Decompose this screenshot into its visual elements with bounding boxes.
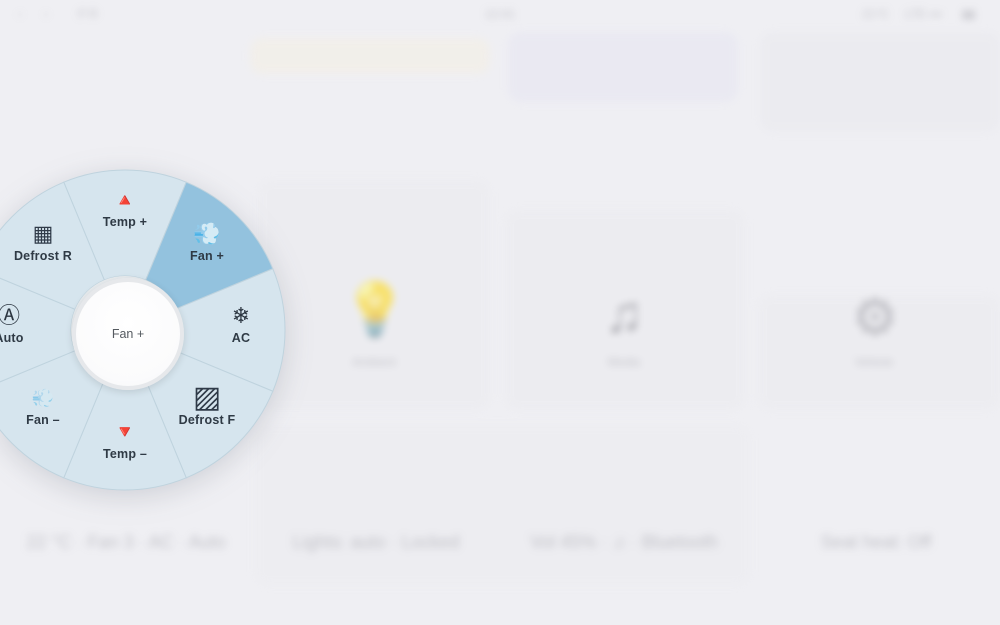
center-confirm-button[interactable]: Fan + bbox=[72, 278, 184, 390]
stage: ‹ › P R 12:41 21°C LTE ▪▪▪ ▮▮ 💡 Ambient … bbox=[0, 0, 1000, 625]
radial-climate-menu: 🔺 Temp + 💨 Fan + ❄ AC ▨ Defrost F 🔻 Temp – 💨 Fan – Ⓐ… bbox=[0, 0, 1000, 625]
center-button-label: Fan + bbox=[111, 327, 145, 341]
